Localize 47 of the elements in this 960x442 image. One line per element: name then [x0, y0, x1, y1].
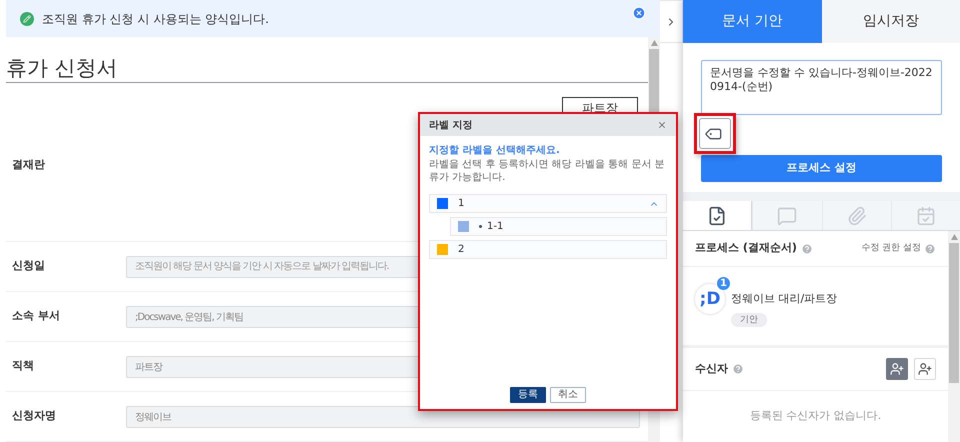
document-name-field[interactable]: 문서명을 수정할 수 있습니다-정웨이브-20220914-(순번) — [701, 60, 942, 115]
add-user-icon — [918, 362, 932, 376]
field-label: 신청일 — [11, 258, 46, 274]
scrollbar[interactable] — [948, 231, 960, 442]
close-icon[interactable] — [657, 120, 667, 130]
add-user-button[interactable] — [914, 358, 936, 380]
label-item[interactable]: 1-1 — [450, 217, 667, 236]
notice-text: 조직원 휴가 신청 시 사용되는 양식입니다. — [42, 10, 270, 28]
approver-name: 정웨이브 대리/파트장 — [731, 290, 838, 307]
collapse-button[interactable] — [660, 0, 683, 43]
help-icon[interactable] — [800, 242, 813, 254]
dialog-description: 라벨을 선택 후 등록하시면 해당 라벨을 통해 문서 분류가 가능합니다. — [429, 158, 666, 184]
scroll-up-icon[interactable] — [650, 40, 658, 46]
paperclip-icon — [846, 206, 867, 226]
icon-tab[interactable] — [683, 201, 752, 230]
field-label: 소속 부서 — [11, 308, 61, 324]
empty-message: 등록된 수신자가 없습니다. — [750, 408, 882, 424]
label-item[interactable]: 1 — [429, 194, 667, 213]
scrollbar-thumb[interactable] — [949, 243, 959, 383]
calendar-icon — [916, 206, 936, 226]
dialog-prompt: 지정할 라벨을 선택해주세요. — [429, 144, 561, 157]
help-icon[interactable] — [924, 242, 936, 254]
scroll-up-icon[interactable] — [950, 234, 958, 240]
step-badge: 1 — [716, 276, 731, 291]
pencil-icon — [20, 12, 34, 26]
add-user-icon — [890, 362, 904, 376]
tab[interactable]: 임시저장 — [822, 0, 960, 43]
form-title: 휴가 신청서 — [6, 55, 648, 83]
label-item[interactable]: 2 — [429, 240, 667, 259]
add-user-button[interactable] — [886, 358, 908, 380]
close-icon[interactable] — [632, 6, 646, 20]
dialog-button[interactable]: 취소 — [550, 387, 586, 403]
role-chip: 기안 — [731, 313, 767, 328]
tab[interactable]: 문서 기안 — [683, 0, 822, 43]
comment-icon — [777, 206, 798, 226]
dialog-button[interactable]: 등록 — [510, 387, 546, 403]
section-heading: 프로세스 (결재순서) — [695, 240, 797, 256]
edit-permission-link[interactable]: 수정 권한 설정 — [861, 242, 921, 256]
field-label: 신청자명 — [11, 408, 57, 424]
bullet-icon — [479, 225, 482, 228]
process-button[interactable]: 프로세스 설정 — [701, 155, 942, 182]
section-heading: 수신자 — [695, 360, 728, 377]
document-check-icon — [707, 206, 728, 226]
field-label: 직책 — [11, 358, 35, 374]
help-icon[interactable] — [732, 363, 744, 375]
dialog-title: 라벨 지정 — [429, 118, 472, 132]
field-label: 결재란 — [12, 157, 45, 173]
